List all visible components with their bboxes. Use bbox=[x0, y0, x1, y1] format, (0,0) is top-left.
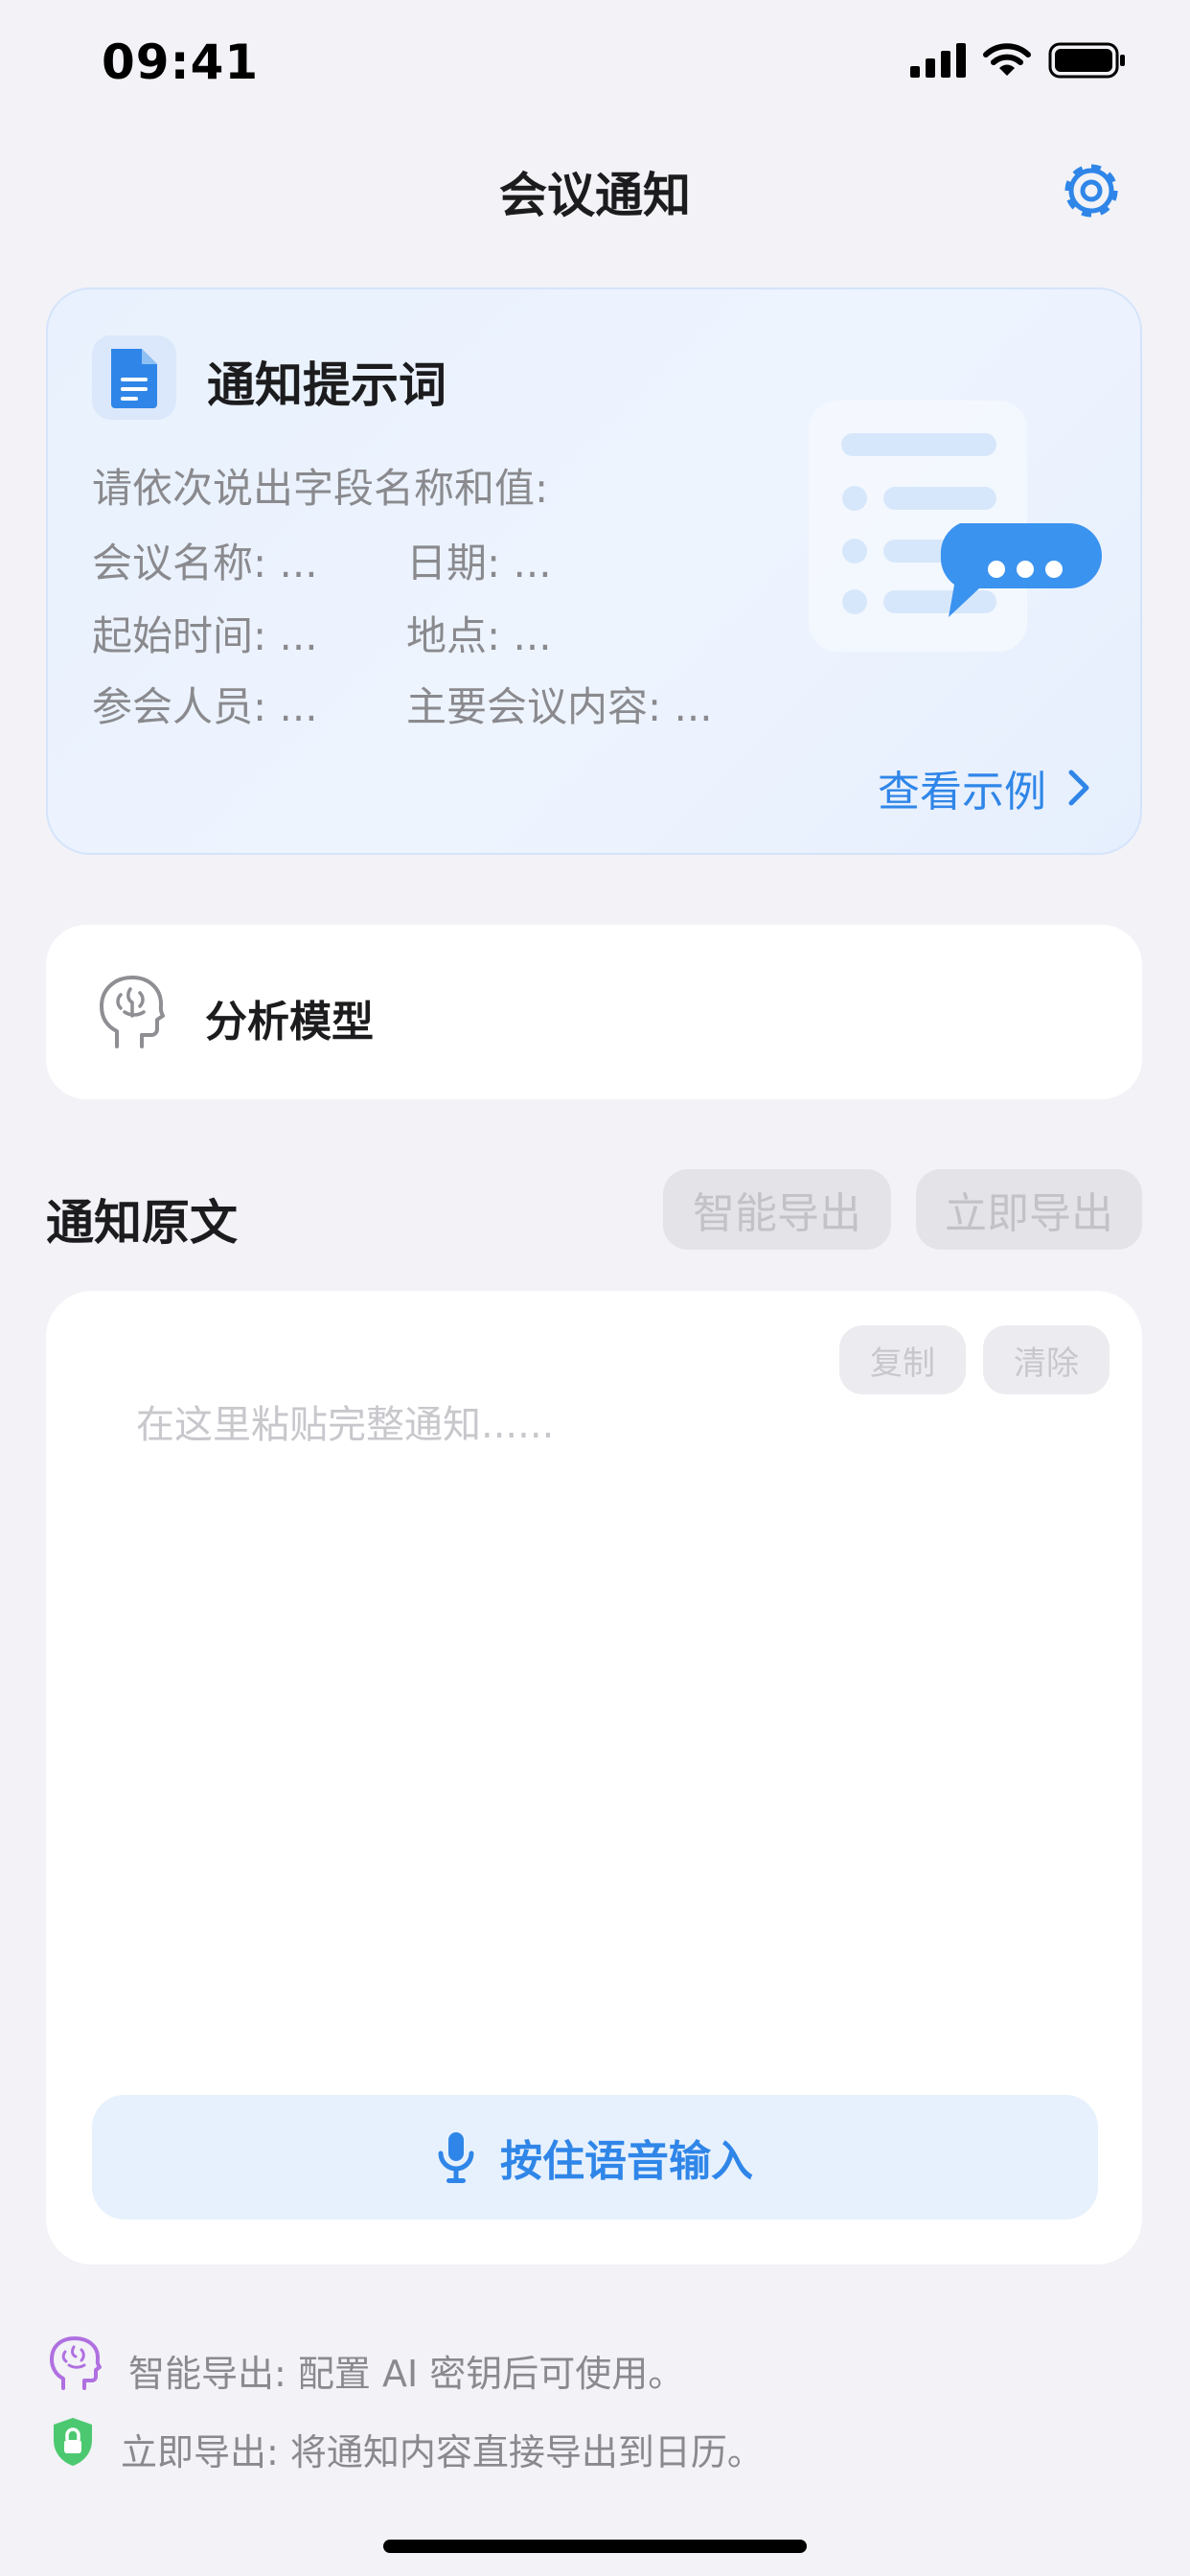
gear-icon[interactable] bbox=[1057, 156, 1126, 225]
voice-input-button[interactable]: 按住语音输入 bbox=[92, 2095, 1098, 2220]
wifi-icon bbox=[983, 43, 1031, 76]
field-attendees: 参会人员: ... bbox=[92, 683, 318, 730]
field-meeting-name: 会议名称: ... bbox=[92, 540, 318, 586]
head-brain-icon bbox=[100, 976, 165, 1048]
cellular-signal-icon bbox=[910, 43, 966, 78]
note-smart-export: 智能导出: 配置 AI 密钥后可使用。 bbox=[128, 2353, 685, 2395]
document-icon bbox=[111, 349, 157, 408]
chat-list-illustration bbox=[809, 401, 1102, 652]
model-label: 分析模型 bbox=[205, 998, 374, 1046]
shield-lock-icon bbox=[54, 2418, 92, 2466]
brain-icon bbox=[50, 2336, 102, 2390]
notice-placeholder: 在这里粘贴完整通知...... bbox=[136, 1403, 555, 1447]
view-example-link[interactable]: 查看示例 bbox=[878, 757, 1090, 818]
smart-export-button[interactable]: 智能导出 bbox=[663, 1169, 891, 1250]
chevron-right-icon bbox=[1068, 770, 1089, 806]
status-time: 09:41 bbox=[102, 34, 260, 90]
prompt-card-title: 通知提示词 bbox=[207, 357, 446, 413]
field-date: 日期: ... bbox=[406, 540, 552, 586]
view-example-label: 查看示例 bbox=[878, 768, 1046, 816]
field-start-time: 起始时间: ... bbox=[92, 612, 318, 659]
status-icons bbox=[910, 42, 1127, 79]
page-title: 会议通知 bbox=[499, 168, 691, 223]
section-title: 通知原文 bbox=[46, 1195, 238, 1251]
note-instant-export: 立即导出: 将通知内容直接导出到日历。 bbox=[121, 2431, 764, 2473]
clear-button[interactable]: 清除 bbox=[983, 1325, 1110, 1394]
document-badge bbox=[92, 335, 176, 420]
field-main-content: 主要会议内容: ... bbox=[406, 683, 713, 730]
voice-input-label: 按住语音输入 bbox=[500, 2137, 753, 2186]
copy-button[interactable]: 复制 bbox=[839, 1325, 966, 1394]
instant-export-button[interactable]: 立即导出 bbox=[916, 1169, 1142, 1250]
prompt-intro: 请依次说出字段名称和值: bbox=[92, 465, 549, 512]
microphone-icon bbox=[438, 2132, 474, 2183]
field-location: 地点: ... bbox=[406, 612, 552, 659]
home-indicator bbox=[383, 2540, 807, 2553]
battery-icon bbox=[1048, 42, 1125, 79]
